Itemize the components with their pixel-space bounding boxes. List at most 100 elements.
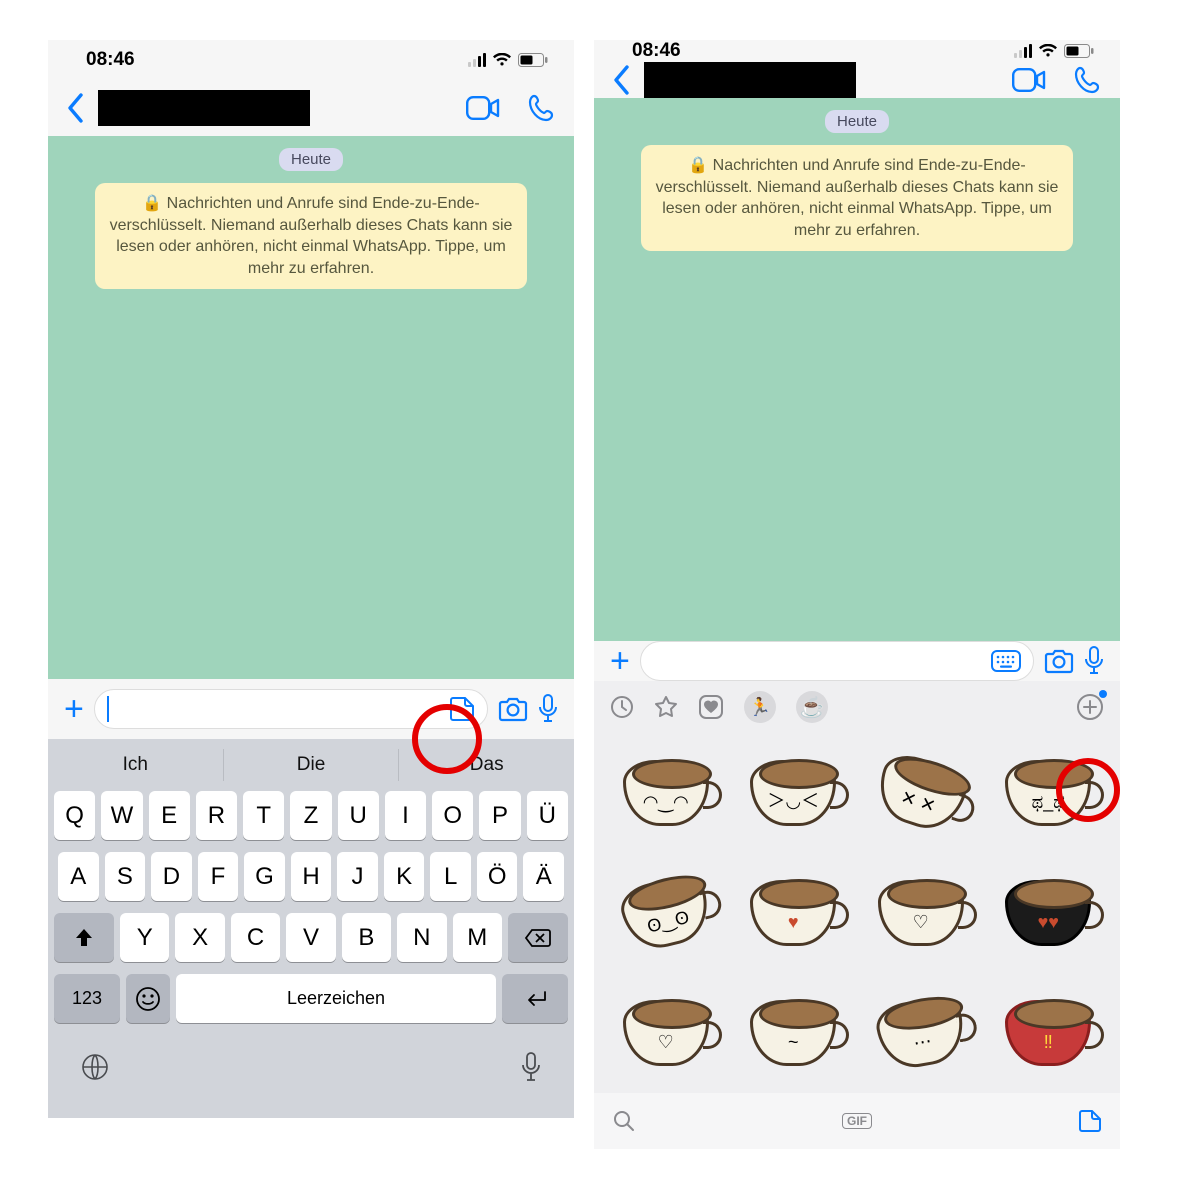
key[interactable]: Ü — [527, 791, 568, 840]
sticker-item[interactable]: ⋯ — [863, 979, 979, 1087]
date-pill: Heute — [825, 110, 889, 133]
sticker-mode-tab-active[interactable] — [1078, 1109, 1102, 1133]
voice-call-button[interactable] — [528, 94, 556, 122]
suggestion-3[interactable]: Das — [398, 749, 574, 781]
key[interactable]: V — [286, 913, 335, 962]
screenshot-left: 08:46 Heute 🔒 Nachrichten und Anrufe sin… — [48, 40, 574, 1118]
sticker-item[interactable]: ♥ — [736, 859, 852, 967]
camera-button[interactable] — [1044, 648, 1074, 674]
back-button[interactable] — [66, 93, 84, 123]
return-key[interactable] — [502, 974, 568, 1023]
clock: 08:46 — [632, 40, 681, 62]
key-row-1: Q W E R T Z U I O P Ü — [48, 791, 574, 840]
key[interactable]: B — [342, 913, 391, 962]
sticker-item[interactable]: ~ — [736, 979, 852, 1087]
notification-dot-icon — [1099, 690, 1107, 698]
backspace-key[interactable] — [508, 913, 568, 962]
globe-key[interactable] — [80, 1052, 110, 1082]
key[interactable]: T — [243, 791, 284, 840]
sticker-search-button[interactable] — [612, 1109, 636, 1133]
key[interactable]: G — [244, 852, 285, 901]
message-input[interactable] — [94, 689, 488, 729]
emoji-key[interactable] — [126, 974, 170, 1023]
key[interactable]: D — [151, 852, 192, 901]
sticker-toggle-button[interactable] — [449, 696, 475, 722]
battery-icon — [1064, 44, 1094, 58]
status-bar: 08:46 — [594, 40, 1120, 62]
gif-tab[interactable]: GIF — [636, 1112, 1078, 1130]
encryption-notice[interactable]: 🔒 Nachrichten und Anrufe sind Ende-zu-En… — [95, 183, 527, 289]
sticker-item[interactable]: ✕ ✕ — [863, 739, 979, 847]
suggestion-1[interactable]: Ich — [48, 739, 223, 791]
voice-call-button[interactable] — [1074, 66, 1102, 94]
wifi-icon — [492, 53, 512, 67]
sticker-item[interactable]: ‼ — [991, 979, 1107, 1087]
key[interactable]: F — [198, 852, 239, 901]
sticker-pack-2-active[interactable]: ☕ — [796, 691, 828, 723]
key[interactable]: P — [479, 791, 520, 840]
key[interactable]: Y — [120, 913, 169, 962]
suggestion-2[interactable]: Die — [223, 749, 399, 781]
key[interactable]: L — [430, 852, 471, 901]
key[interactable]: I — [385, 791, 426, 840]
recent-tab[interactable] — [610, 695, 634, 719]
key[interactable]: W — [101, 791, 142, 840]
mic-button[interactable] — [1084, 646, 1104, 676]
key[interactable]: S — [105, 852, 146, 901]
encryption-notice[interactable]: 🔒 Nachrichten und Anrufe sind Ende-zu-En… — [641, 145, 1073, 251]
key-row-4: 123 Leerzeichen — [48, 974, 574, 1023]
favorites-tab[interactable] — [654, 695, 678, 719]
text-cursor — [107, 696, 109, 722]
video-call-button[interactable] — [466, 96, 500, 120]
camera-button[interactable] — [498, 696, 528, 722]
clock: 08:46 — [86, 49, 135, 71]
key[interactable]: X — [175, 913, 224, 962]
contact-name-redacted[interactable] — [98, 90, 310, 126]
sticker-pack-1[interactable]: 🏃 — [744, 691, 776, 723]
key[interactable]: K — [384, 852, 425, 901]
back-button[interactable] — [612, 65, 630, 95]
sticker-item[interactable]: ♥♥ — [991, 859, 1107, 967]
key[interactable]: Ö — [477, 852, 518, 901]
sticker-tabs: 🏃 ☕ — [594, 681, 1120, 733]
key[interactable]: M — [453, 913, 502, 962]
status-icons — [468, 53, 548, 67]
sticker-item[interactable]: ♡ — [863, 859, 979, 967]
keyboard-toggle-button[interactable] — [991, 650, 1021, 672]
sticker-footer: GIF — [594, 1093, 1120, 1149]
key[interactable]: Q — [54, 791, 95, 840]
sticker-item[interactable]: ಥ_ಥ — [991, 739, 1107, 847]
attach-button[interactable]: + — [64, 690, 84, 729]
message-input[interactable] — [640, 641, 1034, 681]
key[interactable]: O — [432, 791, 473, 840]
contact-name-redacted[interactable] — [644, 62, 856, 98]
key[interactable]: U — [338, 791, 379, 840]
key[interactable]: C — [231, 913, 280, 962]
key[interactable]: Z — [290, 791, 331, 840]
status-icons — [1014, 44, 1094, 58]
sticker-item[interactable]: ＞◡＜ — [736, 739, 852, 847]
mic-button[interactable] — [538, 694, 558, 724]
key[interactable]: J — [337, 852, 378, 901]
wifi-icon — [1038, 44, 1058, 58]
heart-tab[interactable] — [698, 694, 724, 720]
key[interactable]: Ä — [523, 852, 564, 901]
sticker-item[interactable]: ◠‿◠ — [608, 739, 724, 847]
dictation-key[interactable] — [520, 1051, 542, 1083]
attach-button[interactable]: + — [610, 642, 630, 681]
key[interactable]: E — [149, 791, 190, 840]
numbers-key[interactable]: 123 — [54, 974, 120, 1023]
shift-key[interactable] — [54, 913, 114, 962]
status-bar: 08:46 — [48, 40, 574, 80]
key-row-3: Y X C V B N M — [48, 913, 574, 962]
space-key[interactable]: Leerzeichen — [176, 974, 496, 1023]
key[interactable]: R — [196, 791, 237, 840]
sticker-item[interactable]: ʘ‿ʘ — [608, 859, 724, 967]
key[interactable]: H — [291, 852, 332, 901]
add-stickers-button[interactable] — [1076, 693, 1104, 721]
sticker-panel: 🏃 ☕ ◠‿◠ ＞◡＜ ✕ ✕ ಥ_ಥ ʘ‿ʘ ♥ ♡ ♥♥ ♡ ~ ⋯ ‼ — [594, 681, 1120, 1149]
video-call-button[interactable] — [1012, 68, 1046, 92]
key[interactable]: N — [397, 913, 446, 962]
sticker-item[interactable]: ♡ — [608, 979, 724, 1087]
key[interactable]: A — [58, 852, 99, 901]
